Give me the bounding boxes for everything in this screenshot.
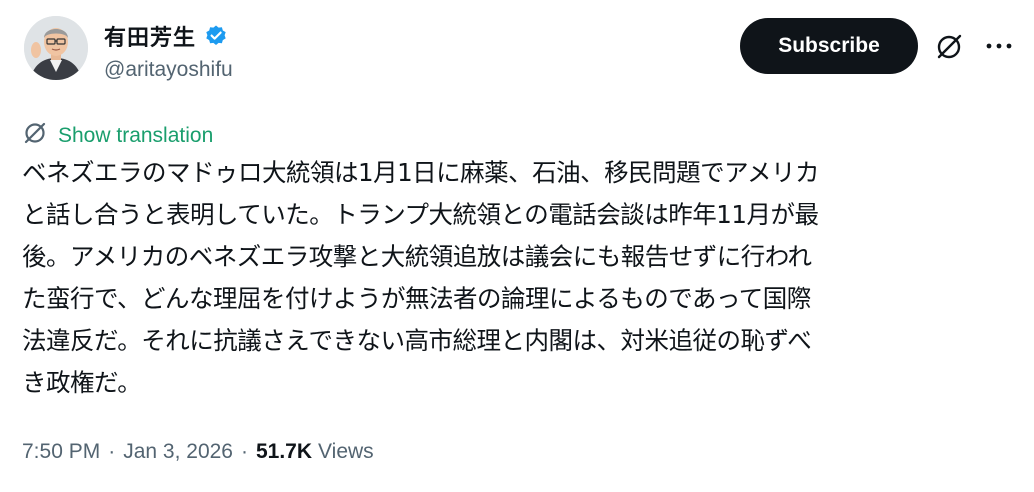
tweet-date[interactable]: Jan 3, 2026 [123, 440, 233, 464]
translate-icon [22, 120, 48, 151]
tweet-text-line: た蛮行で、どんな理屈を付けようが無法者の論理によるものであって国際 [22, 284, 811, 313]
more-options-icon[interactable] [982, 32, 1016, 60]
tweet-text-line: 後。アメリカのベネズエラ攻撃と大統領追放は議会にも報告せずに行われ [22, 242, 812, 271]
tweet-header: 有田芳生 @aritayoshifu Subscribe [0, 0, 1034, 100]
subscribe-button[interactable]: Subscribe [740, 18, 918, 74]
avatar[interactable] [24, 16, 88, 80]
verified-badge-icon[interactable] [204, 24, 228, 48]
tweet-text: ベネズエラのマドゥロ大統領は1月1日に麻薬、石油、移民問題でアメリカ と話し合う… [22, 152, 1012, 404]
tweet-time[interactable]: 7:50 PM [22, 440, 100, 464]
meta-separator: · [240, 440, 248, 463]
tweet-meta: 7:50 PM · Jan 3, 2026 · 51.7K Views [22, 440, 374, 464]
show-translation-label[interactable]: Show translation [58, 124, 213, 148]
meta-separator: · [108, 440, 116, 463]
avatar-image [24, 16, 88, 80]
user-handle[interactable]: @aritayoshifu [104, 58, 233, 82]
views-label: Views [318, 440, 374, 463]
views-count: 51.7K [255, 440, 313, 463]
tweet-text-line: き政権だ。 [22, 368, 142, 397]
display-name[interactable]: 有田芳生 [104, 20, 196, 52]
tweet-text-line: 法違反だ。それに抗議さえできない高市総理と内閣は、対米追従の恥ずべ [22, 326, 812, 355]
show-translation-link[interactable]: Show translation [22, 120, 213, 151]
grok-icon[interactable] [932, 30, 966, 64]
tweet-text-line: ベネズエラのマドゥロ大統領は1月1日に麻薬、石油、移民問題でアメリカ [22, 158, 819, 187]
tweet-text-line: と話し合うと表明していた。トランプ大統領との電話会談は昨年11月が最 [22, 200, 819, 229]
name-row: 有田芳生 [104, 20, 228, 52]
